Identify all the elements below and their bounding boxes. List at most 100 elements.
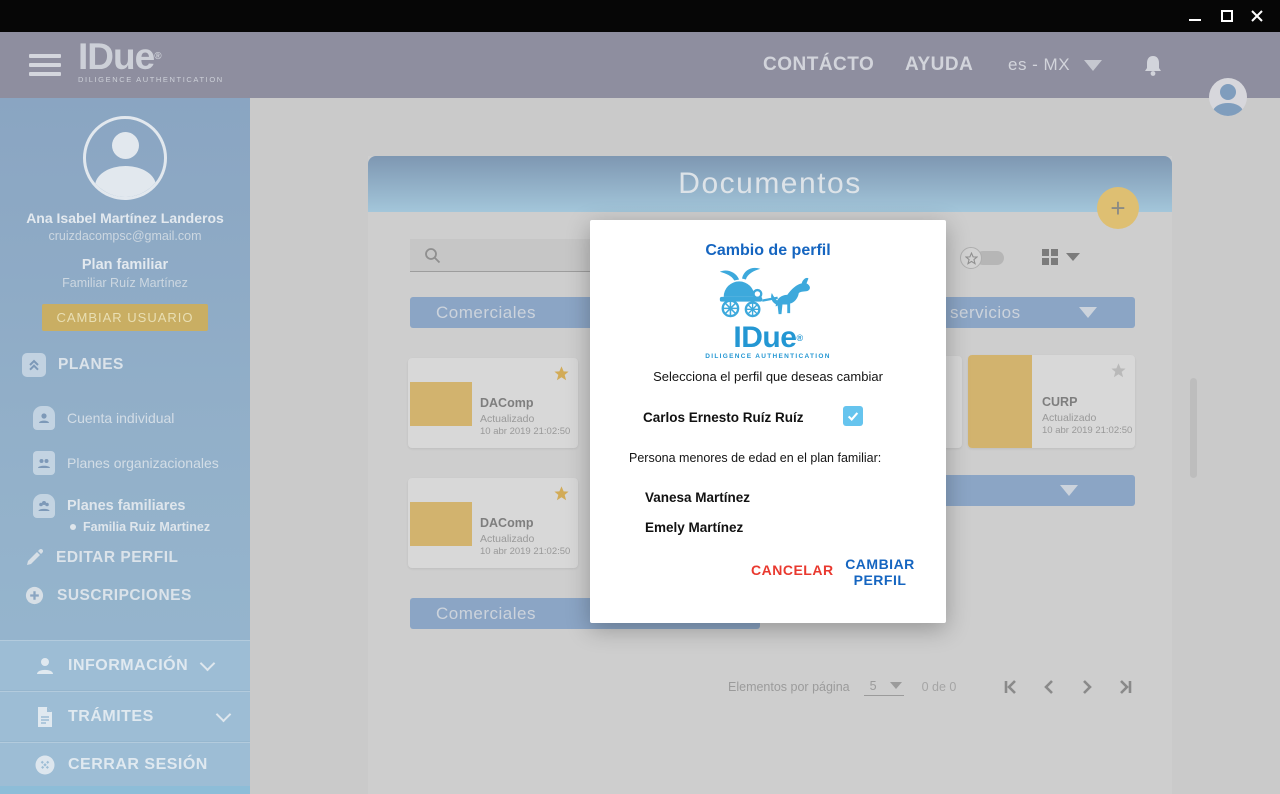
hamburger-menu-icon[interactable]: [29, 54, 61, 76]
documents-banner: Documentos: [368, 156, 1172, 212]
document-card-dacomp-2[interactable]: DAComp Actualizado 10 abr 2019 21:02:50: [408, 478, 578, 568]
confirm-line2: PERFIL: [854, 572, 907, 588]
sidebar-item-suscripciones[interactable]: SUSCRIPCIONES: [24, 585, 192, 606]
document-thumbnail: [410, 382, 472, 426]
close-button[interactable]: [1242, 0, 1272, 32]
favorite-star-icon[interactable]: [1110, 362, 1127, 379]
logo-word: IDue: [733, 321, 796, 354]
section-hidden-right[interactable]: [920, 475, 1135, 506]
favorite-star-icon[interactable]: [553, 365, 570, 382]
change-profile-dialog: Cambio de perfil: [590, 220, 946, 623]
sidebar-item-cuenta-individual[interactable]: Cuenta individual: [33, 406, 174, 430]
pencil-icon: [24, 548, 44, 568]
chevron-down-icon: [216, 706, 232, 722]
document-date: 10 abr 2019 21:02:50: [480, 426, 570, 437]
sidebar-item-label: Cuenta individual: [67, 410, 174, 426]
grid-view-icon: [1042, 249, 1058, 265]
idue-logo: IDue® DILIGENCE AUTHENTICATION: [590, 266, 946, 360]
sidebar-item-cerrar-sesion[interactable]: CERRAR SESIÓN: [0, 742, 250, 786]
logo-registered-mark: ®: [796, 333, 802, 343]
nav-help[interactable]: AYUDA: [905, 32, 973, 98]
dialog-subtitle: Selecciona el perfil que deseas cambiar: [590, 369, 946, 384]
language-selector[interactable]: es - MX: [1008, 32, 1102, 98]
dialog-title: Cambio de perfil: [590, 242, 946, 260]
section-servicios[interactable]: servicios: [920, 297, 1135, 328]
application-window: IDue® DILIGENCE AUTHENTICATION CONTÁCTO …: [0, 0, 1280, 794]
sidebar-item-informacion[interactable]: INFORMACIÓN: [0, 640, 250, 690]
profile-option-name: Carlos Ernesto Ruíz Ruíz: [643, 410, 804, 425]
organization-plans-icon: [33, 451, 55, 475]
person-icon: [34, 655, 56, 677]
user-avatar[interactable]: [1209, 78, 1247, 116]
titlebar: [0, 0, 1280, 32]
check-icon: [846, 409, 860, 423]
favorite-star-icon[interactable]: [553, 485, 570, 502]
sidebar-item-planes-familiares[interactable]: Planes familiares: [33, 494, 186, 518]
sidebar-item-tramites[interactable]: TRÁMITES: [0, 691, 250, 741]
document-card-dacomp-1[interactable]: DAComp Actualizado 10 abr 2019 21:02:50: [408, 358, 578, 448]
minimize-button[interactable]: [1180, 0, 1210, 32]
bullet-icon: [70, 524, 76, 530]
profile-name: Ana Isabel Martínez Landeros: [0, 210, 250, 226]
document-thumbnail: [410, 502, 472, 546]
sidebar-item-planes[interactable]: PLANES: [22, 353, 124, 377]
scrollbar-thumb[interactable]: [1190, 378, 1197, 478]
sidebar-item-editar-perfil[interactable]: EDITAR PERFIL: [24, 548, 178, 568]
chevron-down-icon: [1066, 253, 1080, 261]
search-icon: [424, 247, 441, 264]
section-label: servicios: [950, 303, 1021, 323]
change-user-button[interactable]: CAMBIAR USUARIO: [42, 304, 208, 331]
sidebar-item-label: PLANES: [58, 356, 124, 374]
document-date: 10 abr 2019 21:02:50: [480, 546, 570, 557]
sidebar-item-label: EDITAR PERFIL: [56, 549, 178, 567]
sidebar-subitem-familia-ruiz-martinez[interactable]: Familia Ruiz Martinez: [70, 520, 210, 534]
maximize-icon: [1220, 9, 1234, 23]
avatar-head: [1220, 84, 1236, 100]
profile-email: cruizdacompsc@gmail.com: [0, 229, 250, 243]
minor-name: Vanesa Martínez: [645, 490, 750, 505]
minors-label: Persona menores de edad en el plan famil…: [629, 451, 881, 465]
page-size-select[interactable]: 5: [864, 679, 904, 696]
favorites-filter-toggle[interactable]: [960, 247, 1008, 269]
brand-registered-mark: ®: [154, 51, 160, 62]
language-value: es - MX: [1008, 55, 1070, 75]
chevron-down-icon: [1060, 485, 1078, 496]
brand-subtitle: DILIGENCE AUTHENTICATION: [78, 75, 224, 84]
view-mode-selector[interactable]: [1042, 249, 1080, 265]
document-title: DAComp: [480, 396, 533, 410]
document-status: Actualizado: [480, 413, 534, 425]
plan-label: Plan familiar: [0, 257, 250, 273]
confirm-line1: CAMBIAR: [845, 556, 915, 572]
page-range: 0 de 0: [922, 680, 957, 694]
section-label: Comerciales: [436, 303, 536, 323]
last-page-icon[interactable]: [1116, 678, 1134, 696]
next-page-icon[interactable]: [1078, 678, 1096, 696]
notifications-button[interactable]: [1142, 54, 1164, 83]
cancel-button[interactable]: CANCELAR: [751, 562, 834, 578]
sidebar-item-label: INFORMACIÓN: [68, 657, 188, 675]
document-date: 10 abr 2019 21:02:50: [1042, 425, 1132, 436]
individual-account-icon: [33, 406, 55, 430]
plus-circle-icon: [24, 585, 45, 606]
sidebar-item-label: SUSCRIPCIONES: [57, 587, 192, 605]
previous-page-icon[interactable]: [1040, 678, 1058, 696]
star-icon: [960, 247, 982, 269]
avatar-body: [1213, 103, 1243, 116]
brand-word: IDue: [78, 36, 154, 77]
document-card-curp[interactable]: CURP Actualizado 10 abr 2019 21:02:50: [968, 355, 1135, 448]
first-page-icon[interactable]: [1002, 678, 1020, 696]
document-status: Actualizado: [1042, 412, 1096, 424]
add-document-button[interactable]: +: [1097, 187, 1139, 229]
carriage-horse-icon: [709, 266, 827, 318]
brand-logo: IDue® DILIGENCE AUTHENTICATION: [78, 37, 224, 84]
maximize-button[interactable]: [1212, 0, 1242, 32]
document-status: Actualizado: [480, 533, 534, 545]
sidebar-bottom-strip: [0, 786, 250, 794]
nav-contact[interactable]: CONTÁCTO: [763, 32, 874, 98]
pagination: Elementos por página 5 0 de 0: [728, 678, 1134, 696]
sidebar-item-planes-organizacionales[interactable]: Planes organizacionales: [33, 451, 219, 475]
profile-checkbox[interactable]: [843, 406, 863, 426]
minimize-icon: [1188, 9, 1202, 23]
change-profile-button[interactable]: CAMBIAR PERFIL: [845, 556, 915, 588]
logo-subtitle: DILIGENCE AUTHENTICATION: [590, 353, 946, 360]
